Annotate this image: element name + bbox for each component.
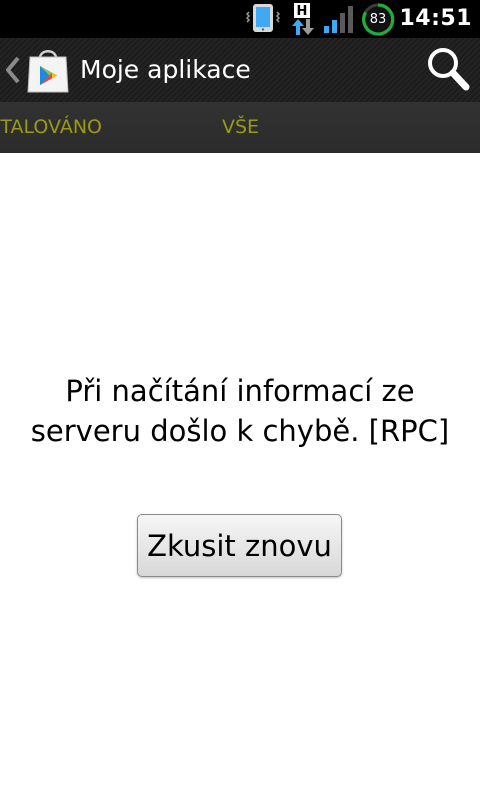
clock: 14:51 — [399, 6, 472, 31]
tab-installed[interactable]: Nainstalováno — [0, 102, 102, 153]
tab-all[interactable]: Vše — [222, 102, 259, 153]
network-type-label: H — [297, 4, 308, 19]
up-chevron-icon[interactable] — [4, 56, 22, 84]
retry-button[interactable]: Zkusit znovu — [137, 514, 342, 577]
battery-level: 83 — [369, 12, 387, 27]
error-message: Při načítání informací ze serveru došlo … — [30, 374, 450, 448]
tab-bar: Nainstalováno Vše — [0, 102, 480, 153]
signal-icon — [324, 6, 353, 33]
vibrate-icon — [246, 4, 280, 32]
search-icon[interactable] — [424, 44, 472, 94]
page-title: Moje aplikace — [80, 55, 251, 84]
status-bar: H 83 14:51 — [0, 0, 480, 38]
hspa-data-icon: H — [292, 3, 314, 35]
play-store-icon[interactable] — [25, 46, 71, 94]
screen: H 83 14:51 Moje aplikace TALOVÁNO VŠE Př… — [0, 0, 480, 800]
content-area: Při načítání informací ze serveru došlo … — [0, 153, 480, 800]
action-bar: Moje aplikace — [0, 38, 480, 103]
